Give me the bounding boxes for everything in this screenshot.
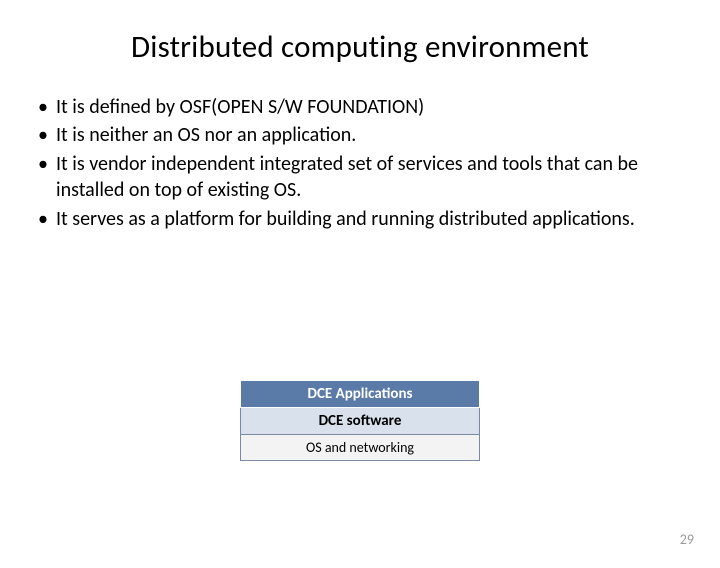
bullet-item: It is vendor independent integrated set … — [34, 151, 680, 204]
slide: Distributed computing environment It is … — [0, 28, 720, 568]
slide-title: Distributed computing environment — [0, 28, 720, 66]
stack-layer-os: OS and networking — [240, 435, 480, 461]
architecture-stack: DCE Applications DCE software OS and net… — [240, 380, 480, 461]
bullet-list: It is defined by OSF(OPEN S/W FOUNDATION… — [0, 94, 720, 232]
bullet-item: It serves as a platform for building and… — [34, 206, 680, 232]
stack-layer-software: DCE software — [240, 408, 480, 435]
stack-layer-applications: DCE Applications — [240, 380, 480, 408]
bullet-item: It is defined by OSF(OPEN S/W FOUNDATION… — [34, 94, 680, 120]
bullet-item: It is neither an OS nor an application. — [34, 122, 680, 148]
